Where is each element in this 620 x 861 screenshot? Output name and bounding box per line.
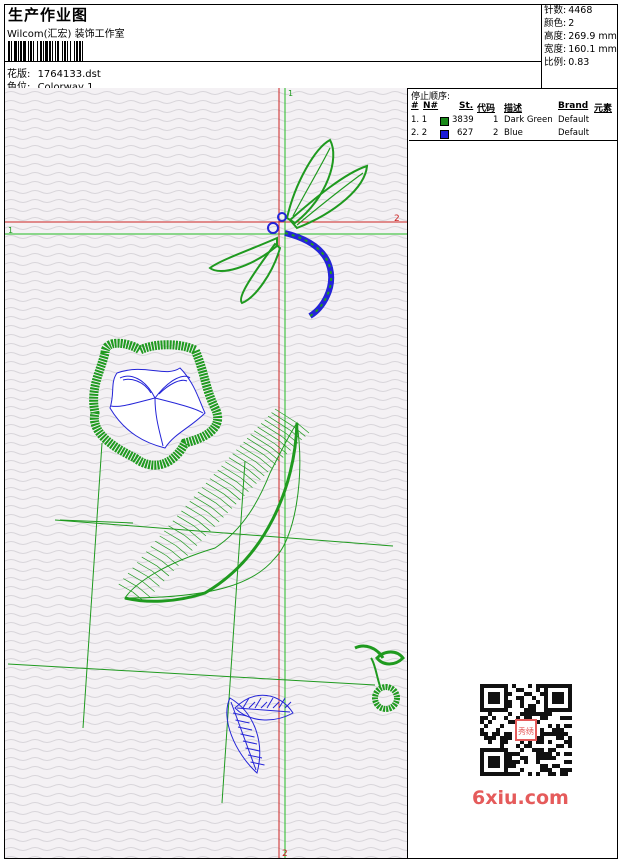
dragonfly-motif (208, 138, 369, 319)
watermark-logo: 6xiu.com (472, 787, 569, 809)
marker-right-2: 2 (394, 214, 400, 224)
leaves-motif (226, 694, 294, 774)
stats-panel: 针数: 4468 颜色: 2 高度: 269.9 mm 宽度: 160.1 mm 比例:… (542, 4, 618, 88)
marker-bottom-2: 2 (282, 849, 288, 858)
col-header-code: 代码 (477, 104, 496, 114)
stat-colors: 颜色: 2 (544, 18, 575, 29)
stat-stitches: 针数: 4468 (544, 5, 593, 16)
col-header-brand: Brand (558, 101, 589, 111)
marker-left-1: 1 (8, 226, 13, 235)
stop-sequence-panel: 停止顺序: # N# St. 代码 描述 Brand 元素 1. 1 3839 … (409, 88, 618, 141)
jump-stitches (7, 442, 394, 804)
small-flower-motif (354, 644, 405, 712)
table-row[interactable]: 1. 1 3839 1 Dark Green Default (409, 115, 618, 128)
qr-code: 秀绣 (470, 680, 582, 780)
color-swatch (440, 130, 449, 139)
design-canvas[interactable]: 1 2 1 2 (5, 88, 408, 858)
divider (4, 61, 541, 62)
stat-width: 宽度: 160.1 mm (544, 44, 617, 55)
flower-motif (89, 338, 223, 470)
col-header-number: N# (423, 101, 439, 111)
color-swatch (440, 117, 449, 126)
qr-center-text: 秀绣 (518, 726, 534, 736)
embroidery-design: 1 2 1 2 (5, 88, 407, 858)
stat-scale: 比例: 0.83 (544, 57, 590, 68)
table-row[interactable]: 2. 2 627 2 Blue Default (409, 128, 618, 141)
page-title: 生产作业图 (8, 6, 89, 24)
stat-height: 高度: 269.9 mm (544, 31, 617, 42)
col-header-description: 描述 (504, 104, 523, 114)
col-header-index: # (411, 101, 419, 111)
studio-subtitle: Wilcom(汇宏) 装饰工作室 (7, 29, 125, 40)
col-header-stitches: St. (459, 101, 474, 111)
col-header-element: 元素 (594, 104, 613, 114)
marker-top-1: 1 (288, 89, 293, 98)
barcode (8, 41, 145, 61)
header: 生产作业图 Wilcom(汇宏) 装饰工作室 花版: 1764133.dst 色… (4, 4, 542, 93)
